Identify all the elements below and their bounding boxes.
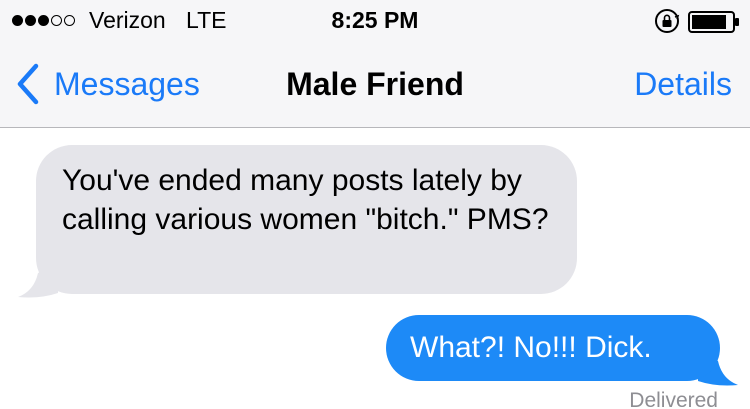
outgoing-message-bubble[interactable]: What?! No!!! Dick. [386, 315, 720, 381]
battery-icon [688, 11, 739, 33]
orientation-lock-icon [655, 9, 680, 33]
message-text: You've ended many posts lately by callin… [62, 164, 549, 236]
status-bar: Verizon LTE 8:25 PM [0, 0, 750, 40]
incoming-message-bubble[interactable]: You've ended many posts lately by callin… [36, 145, 577, 294]
header: Verizon LTE 8:25 PM Messages Male Friend… [0, 0, 750, 128]
nav-bar: Messages Male Friend Details [0, 40, 750, 128]
message-text: What?! No!!! Dick. [410, 331, 652, 364]
conversation-thread: You've ended many posts lately by callin… [0, 129, 750, 409]
delivery-status: Delivered [629, 389, 718, 409]
details-button[interactable]: Details [634, 66, 732, 103]
status-time: 8:25 PM [331, 7, 419, 33]
